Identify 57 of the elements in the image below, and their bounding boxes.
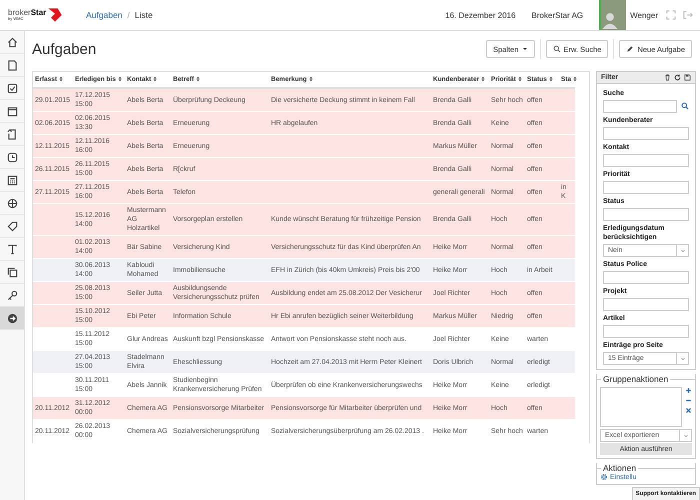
- home-icon: [6, 36, 18, 48]
- breadcrumb-separator: /: [127, 10, 130, 20]
- input-field[interactable]: [603, 127, 689, 140]
- sort-icon: [480, 76, 486, 82]
- sort-icon: [58, 76, 64, 82]
- sort-icon: [572, 76, 578, 82]
- input-field[interactable]: [603, 325, 689, 338]
- sort-icon: [152, 76, 158, 82]
- clock-icon: [6, 152, 18, 162]
- input-field[interactable]: [603, 181, 689, 194]
- logo-text: brokerStar: [8, 9, 46, 17]
- calendar-icon: [6, 106, 18, 116]
- breadcrumb-link[interactable]: Aufgaben: [86, 10, 122, 20]
- caret-icon: [522, 46, 528, 52]
- sort-icon: [548, 76, 554, 82]
- date-text: 16. Dezember 2016: [445, 10, 516, 20]
- copy-icon: [6, 266, 18, 278]
- panel-title: Gruppenaktionen: [602, 374, 670, 384]
- chevron-icon: [680, 248, 686, 254]
- gear-icon: [600, 473, 608, 481]
- chevron-icon: [682, 432, 688, 438]
- arrow-circle-icon: [6, 312, 18, 324]
- page-title: Aufgaben: [32, 40, 98, 58]
- trash-icon[interactable]: [664, 74, 671, 81]
- tag-icon: [6, 220, 18, 232]
- search-field[interactable]: [603, 100, 677, 113]
- input-field[interactable]: [603, 208, 689, 221]
- search-icon[interactable]: [681, 102, 689, 110]
- input-field[interactable]: [603, 271, 689, 284]
- close-icon[interactable]: [685, 407, 692, 414]
- input-field[interactable]: [603, 154, 689, 167]
- search-icon: [552, 45, 561, 53]
- text-icon: [6, 244, 18, 254]
- refresh-icon[interactable]: [674, 74, 681, 81]
- sidebar-item[interactable]: [0, 307, 24, 330]
- calculator-icon: [6, 174, 18, 186]
- list-field[interactable]: [600, 387, 682, 427]
- company-name: BrokerStar AG: [532, 10, 584, 20]
- globe-icon: [6, 198, 18, 208]
- plus-icon[interactable]: [685, 387, 692, 394]
- panel-title: Aktionen: [602, 463, 638, 473]
- input-field[interactable]: [603, 298, 689, 311]
- sort-icon: [516, 76, 523, 82]
- document-icon: [6, 60, 18, 70]
- minus-icon[interactable]: [685, 397, 692, 404]
- save-icon[interactable]: [684, 74, 691, 81]
- sort-icon: [116, 76, 123, 82]
- sort-icon: [308, 76, 314, 82]
- key-icon: [6, 290, 18, 300]
- breadcrumb-current: Liste: [134, 10, 153, 20]
- document-arrow-icon: [6, 128, 18, 140]
- pencil-icon: [626, 45, 634, 53]
- sort-icon: [194, 76, 201, 82]
- user-name[interactable]: Wenger: [630, 10, 658, 20]
- checkbox-icon: [6, 82, 18, 94]
- chevron-icon: [680, 356, 686, 362]
- logo-mark-icon: [47, 7, 64, 23]
